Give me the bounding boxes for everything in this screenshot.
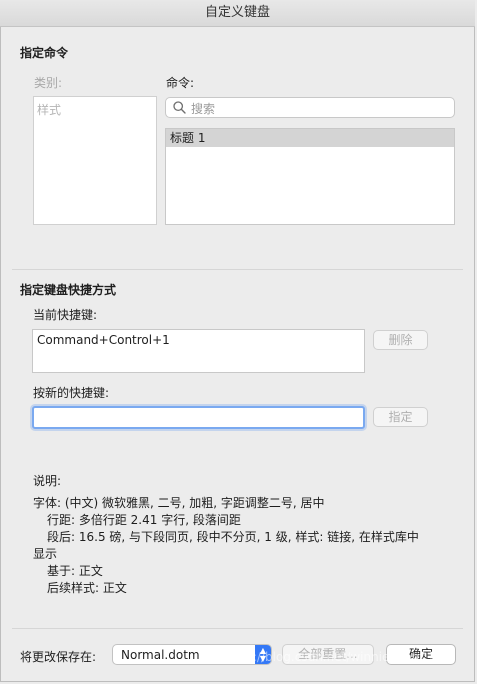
search-field[interactable]: 搜索: [165, 97, 455, 118]
current-shortcut-list[interactable]: Command+Control+1: [32, 329, 365, 373]
command-section-title: 指定命令: [20, 46, 69, 60]
footer-divider: [12, 628, 463, 629]
category-list[interactable]: 样式: [33, 96, 157, 225]
description-line: 显示: [33, 547, 58, 561]
description-line: 字体: (中文) 微软雅黑, 二号, 加粗, 字距调整二号, 居中: [33, 496, 325, 510]
search-placeholder: 搜索: [191, 102, 216, 116]
current-shortcut-item[interactable]: Command+Control+1: [37, 333, 360, 347]
description-line: 段后: 16.5 磅, 与下段同页, 段中不分页, 1 级, 样式: 链接, 在…: [47, 530, 419, 544]
save-in-label: 将更改保存在:: [20, 650, 97, 664]
category-item[interactable]: 样式: [34, 97, 156, 122]
save-in-value: Normal.dotm: [121, 648, 200, 662]
remove-button[interactable]: 删除: [373, 330, 428, 350]
category-label: 类别:: [34, 76, 63, 90]
command-item-selected[interactable]: 标题 1: [166, 129, 454, 147]
section-divider: [12, 269, 463, 270]
search-icon: [173, 101, 186, 114]
description-line: 基于: 正文: [47, 564, 103, 578]
new-shortcut-input[interactable]: [32, 406, 365, 429]
current-shortcut-label: 当前快捷键:: [33, 308, 98, 322]
new-shortcut-label: 按新的快捷键:: [33, 386, 110, 400]
assign-button[interactable]: 指定: [373, 407, 428, 427]
description-line: 行距: 多倍行距 2.41 字行, 段落间距: [47, 513, 241, 527]
command-label: 命令:: [166, 76, 195, 90]
watermark: https://blog.csdn.net/winniepoom_m: [222, 650, 442, 664]
command-list[interactable]: 标题 1: [165, 128, 455, 225]
description-label: 说明:: [33, 474, 62, 488]
window-title: 自定义键盘: [0, 0, 475, 27]
description-line: 后续样式: 正文: [47, 581, 127, 595]
shortcut-section-title: 指定键盘快捷方式: [20, 283, 117, 297]
